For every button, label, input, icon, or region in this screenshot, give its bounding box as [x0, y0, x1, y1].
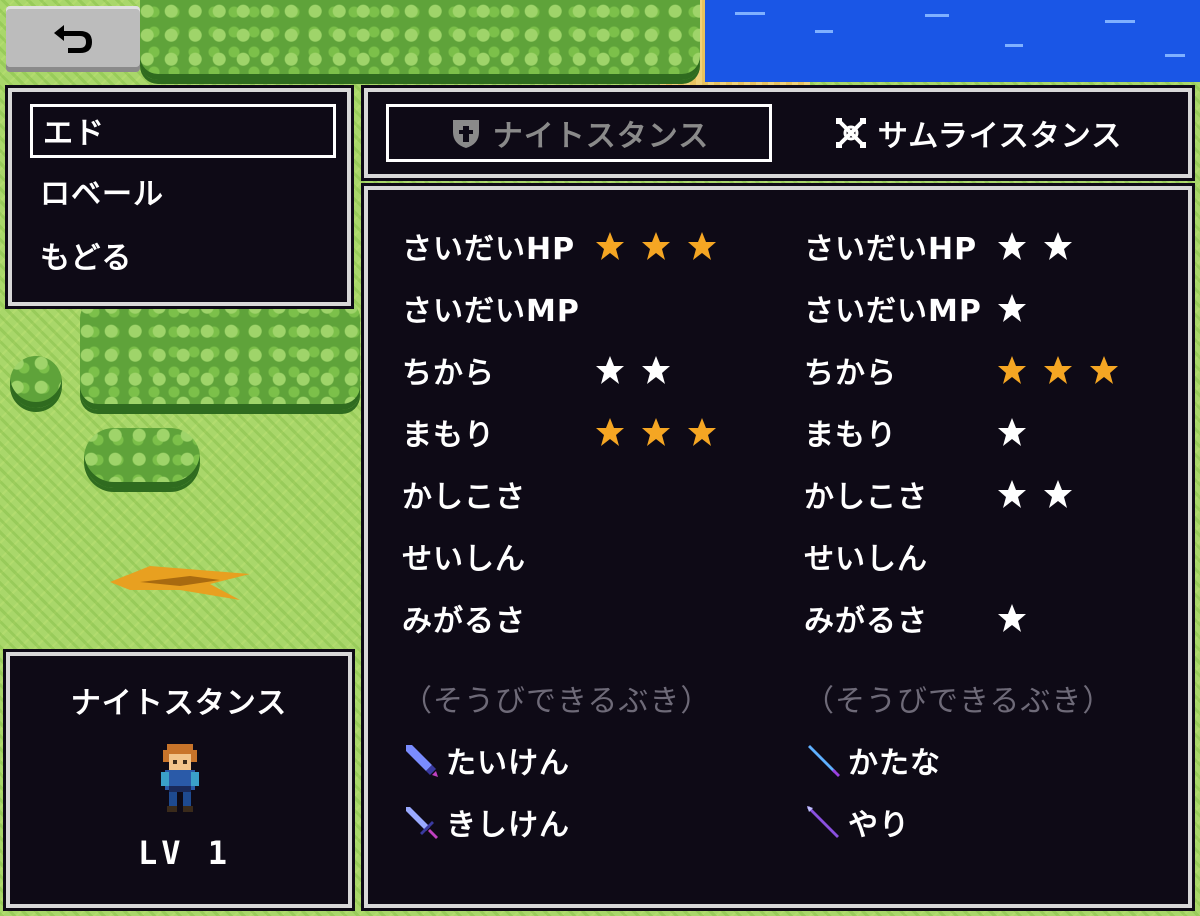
stat-row-max-mp: さいだいMP	[804, 288, 1028, 329]
stat-row-max-mp: さいだいMP	[402, 288, 594, 329]
stat-row-defense: まもり	[804, 412, 1028, 453]
airship-shadow-sprite	[110, 566, 250, 600]
weapon-label: かたな	[848, 746, 941, 781]
weapon-knight-sword: きしけん	[402, 800, 570, 844]
weapon-katana: かたな	[804, 738, 941, 782]
spear-icon	[807, 806, 839, 838]
bush-center	[84, 428, 200, 488]
star-icon	[998, 604, 1026, 632]
stance-tabs: ナイトスタンス サムライスタンス	[364, 88, 1192, 178]
character-menu: エド ロベール もどる	[8, 88, 351, 306]
tab-label: ナイトスタンス	[492, 119, 710, 154]
stat-row-strength: ちから	[804, 350, 1120, 391]
return-arrow-icon	[54, 25, 92, 53]
star-icon	[596, 356, 624, 384]
stat-row-defense: まもり	[402, 412, 718, 453]
stance-stats-panel: さいだいHP さいだいMP ちから まもり かしこさ せいしん みがるさ （そう…	[364, 186, 1192, 908]
forest-top	[140, 0, 700, 80]
stat-label: せいしん	[402, 542, 526, 577]
character-preview-panel: ナイトスタンス LV 1	[6, 652, 352, 908]
star-icon	[1044, 480, 1072, 508]
star-icon	[596, 232, 624, 260]
stat-label: さいだいHP	[804, 232, 978, 267]
stat-row-spirit: せいしん	[804, 536, 996, 577]
tab-label: サムライスタンス	[877, 119, 1123, 154]
star-rating	[594, 230, 718, 262]
stat-label: せいしん	[804, 542, 928, 577]
current-stance-label: ナイトスタンス	[70, 686, 288, 721]
star-icon	[998, 418, 1026, 446]
character-level: LV 1	[138, 834, 232, 872]
stat-row-intelligence: かしこさ	[402, 474, 594, 515]
stat-row-max-hp: さいだいHP	[804, 226, 1074, 267]
stat-label: かしこさ	[402, 480, 526, 515]
stat-label: かしこさ	[804, 480, 928, 515]
stat-label: ちから	[402, 356, 495, 391]
bush-left	[10, 356, 62, 408]
stat-label: みがるさ	[804, 604, 928, 639]
stat-label: さいだいMP	[804, 294, 982, 329]
menu-item-robert[interactable]: ロベール	[30, 168, 336, 222]
weapon-greatsword: たいけん	[402, 738, 570, 782]
equippable-weapons-label: （そうびできるぶき）	[804, 684, 1114, 719]
stat-row-agility: みがるさ	[402, 598, 594, 639]
star-icon	[688, 418, 716, 446]
stat-row-strength: ちから	[402, 350, 672, 391]
star-icon	[998, 232, 1026, 260]
tab-samurai-stance[interactable]: サムライスタンス	[798, 104, 1158, 162]
stat-label: みがるさ	[402, 604, 526, 639]
stat-label: まもり	[804, 418, 897, 453]
star-rating	[996, 354, 1120, 386]
stat-row-max-hp: さいだいHP	[402, 226, 718, 267]
star-icon	[1090, 356, 1118, 384]
stat-row-intelligence: かしこさ	[804, 474, 1074, 515]
star-icon	[688, 232, 716, 260]
knight-character-sprite	[161, 744, 199, 812]
star-icon	[596, 418, 624, 446]
stat-label: さいだいMP	[402, 294, 580, 329]
crossed-swords-icon	[835, 118, 866, 148]
star-icon	[1044, 356, 1072, 384]
star-rating	[594, 354, 672, 386]
weapon-label: たいけん	[446, 746, 570, 781]
menu-item-ed[interactable]: エド	[30, 104, 336, 158]
star-icon	[1044, 232, 1072, 260]
forest-mid	[80, 300, 360, 410]
stat-row-spirit: せいしん	[402, 536, 594, 577]
sea-water	[705, 0, 1200, 82]
weapon-label: きしけん	[446, 808, 570, 843]
stat-label: まもり	[402, 418, 495, 453]
stat-row-agility: みがるさ	[804, 598, 1028, 639]
equippable-weapons-label: （そうびできるぶき）	[402, 684, 712, 719]
shield-icon	[452, 120, 479, 148]
stat-label: さいだいHP	[402, 232, 576, 267]
knight-sword-icon	[406, 807, 438, 839]
stat-label: ちから	[804, 356, 897, 391]
tab-knight-stance[interactable]: ナイトスタンス	[386, 104, 772, 162]
star-rating	[996, 230, 1074, 262]
menu-item-back[interactable]: もどる	[30, 232, 336, 286]
back-button[interactable]	[6, 6, 140, 72]
star-rating	[996, 478, 1074, 510]
star-icon	[998, 356, 1026, 384]
star-rating	[996, 292, 1028, 324]
greatsword-icon	[406, 745, 438, 777]
star-icon	[642, 356, 670, 384]
weapon-spear: やり	[804, 800, 910, 844]
star-rating	[594, 416, 718, 448]
star-rating	[996, 416, 1028, 448]
star-icon	[642, 418, 670, 446]
weapon-label: やり	[848, 808, 910, 843]
star-rating	[996, 602, 1028, 634]
star-icon	[998, 294, 1026, 322]
star-icon	[998, 480, 1026, 508]
star-icon	[642, 232, 670, 260]
katana-icon	[808, 745, 840, 777]
